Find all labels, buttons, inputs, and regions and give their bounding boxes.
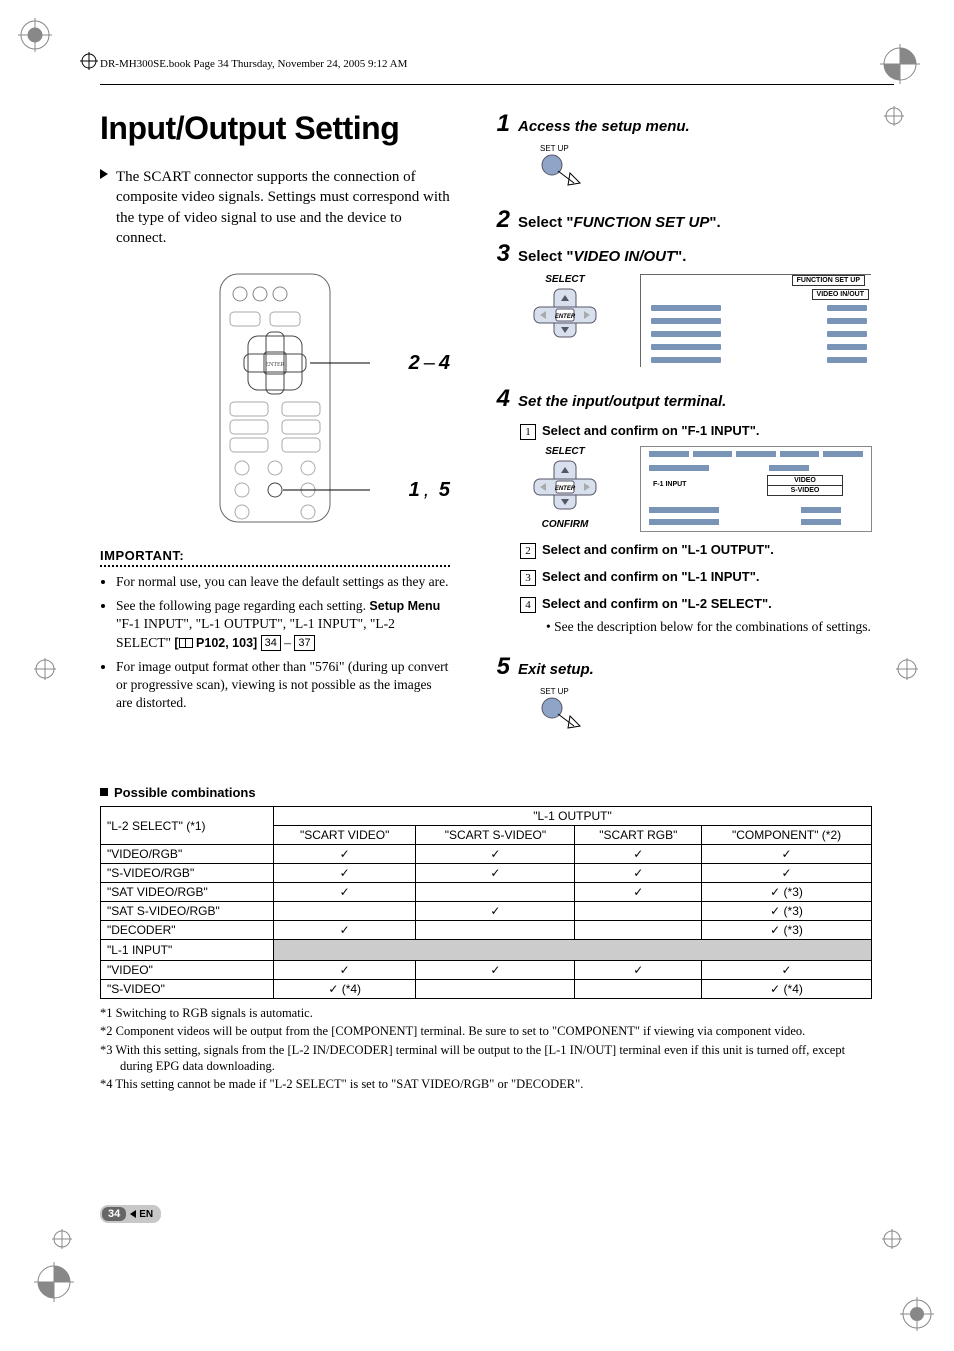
register-mark-icon xyxy=(896,658,918,680)
register-mark-icon xyxy=(80,52,98,73)
step-title: Exit setup. xyxy=(518,661,594,678)
table-row: "VIDEO/RGB" ✓ ✓ ✓ ✓ xyxy=(101,845,872,864)
table-row: "SAT VIDEO/RGB" ✓ ✓ ✓ (*3) xyxy=(101,883,872,902)
table-row: "DECODER" ✓ ✓ (*3) xyxy=(101,921,872,940)
page-lang: EN xyxy=(139,1209,153,1220)
f1-input-label: F-1 INPUT xyxy=(653,481,686,488)
register-mark-icon xyxy=(884,106,904,126)
f1-options: VIDEO S-VIDEO xyxy=(767,475,843,496)
triangle-left-icon xyxy=(130,1210,136,1218)
svg-text:ENTER: ENTER xyxy=(555,486,576,492)
page-ref: 37 xyxy=(294,635,314,651)
menu-tab: VIDEO IN/OUT xyxy=(812,289,869,300)
table-row: "S-VIDEO/RGB" ✓ ✓ ✓ ✓ xyxy=(101,864,872,883)
substep: 4Select and confirm on "L-2 SELECT". xyxy=(520,596,872,613)
important-heading: IMPORTANT: xyxy=(100,548,450,563)
step-4: 4 Set the input/output terminal. 1Select… xyxy=(490,385,872,635)
note-item: For normal use, you can leave the defaul… xyxy=(116,573,450,591)
on-screen-menu: FUNCTION SET UP VIDEO IN/OUT xyxy=(640,274,871,367)
substep: 1Select and confirm on "F-1 INPUT". xyxy=(520,423,872,440)
menu-graphic: SELECT ENTER FUNCTION SET UP VIDEO IN/OU… xyxy=(520,274,872,367)
step-5: 5 Exit setup. SET UP xyxy=(490,653,872,731)
on-screen-menu: F-1 INPUT VIDEO S-VIDEO xyxy=(640,446,872,532)
step-number: 5 xyxy=(490,653,510,681)
confirm-label: CONFIRM xyxy=(520,519,610,530)
page-title: Input/Output Setting xyxy=(100,110,450,147)
select-label: SELECT xyxy=(520,274,610,285)
f1-graphic: SELECT ENTER CONFIRM F-1 INPUT xyxy=(520,446,872,532)
document-page: DR-MH300SE.book Page 34 Thursday, Novemb… xyxy=(0,0,954,1351)
register-mark-icon xyxy=(34,658,56,680)
footnotes: *1 Switching to RGB signals is automatic… xyxy=(100,1005,872,1092)
substep-description: • See the description below for the comb… xyxy=(546,619,872,635)
step-1: 1 Access the setup menu. SET UP xyxy=(490,110,872,188)
col-header: "SCART VIDEO" xyxy=(274,826,416,845)
step-title: Access the setup menu. xyxy=(518,118,690,135)
note-item: See the following page regarding each se… xyxy=(116,597,450,652)
table-row: "S-VIDEO" ✓ (*4) ✓ (*4) xyxy=(101,980,872,999)
crop-mark-icon xyxy=(18,18,52,52)
step-title: Select "VIDEO IN/OUT". xyxy=(518,248,686,265)
intro-paragraph: The SCART connector supports the connect… xyxy=(100,167,450,248)
table-row: "VIDEO" ✓ ✓ ✓ ✓ xyxy=(101,961,872,980)
page-ref: 34 xyxy=(261,635,281,651)
register-mark-icon xyxy=(882,1229,902,1249)
important-notes: For normal use, you can leave the defaul… xyxy=(100,573,450,713)
step-number: 2 xyxy=(490,206,510,234)
footnote: *1 Switching to RGB signals is automatic… xyxy=(100,1005,872,1021)
step-3: 3 Select "VIDEO IN/OUT". SELECT ENTER xyxy=(490,240,872,367)
setup-button-graphic: SET UP xyxy=(540,687,872,731)
book-icon xyxy=(179,638,193,648)
row-group-header: "L-2 SELECT" (*1) xyxy=(101,807,274,845)
col-header: "COMPONENT" (*2) xyxy=(702,826,872,845)
step-number: 3 xyxy=(490,240,510,268)
menu-tab: FUNCTION SET UP xyxy=(792,275,865,286)
step-number: 1 xyxy=(490,110,510,138)
footnote: *3 With this setting, signals from the [… xyxy=(100,1042,872,1075)
combinations-section: Possible combinations "L-2 SELECT" (*1) … xyxy=(100,785,872,1092)
divider xyxy=(100,565,450,567)
footnote: *4 This setting cannot be made if "L-2 S… xyxy=(100,1076,872,1092)
step-number: 4 xyxy=(490,385,510,413)
dpad-icon: ENTER xyxy=(520,459,610,517)
table-row: "SAT S-VIDEO/RGB" ✓ ✓ (*3) xyxy=(101,902,872,921)
step-title: Set the input/output terminal. xyxy=(518,393,726,410)
step-2: 2 Select "FUNCTION SET UP". xyxy=(490,206,872,234)
remote-illustration: ENTER xyxy=(100,268,450,528)
dpad-icon: ENTER xyxy=(520,287,610,345)
step-title: Select "FUNCTION SET UP". xyxy=(518,214,721,231)
column-right: 1 Access the setup menu. SET UP 2 Select… xyxy=(490,110,872,749)
combinations-heading: Possible combinations xyxy=(100,785,872,800)
footnote: *2 Component videos will be output from … xyxy=(100,1023,872,1039)
col-header: "SCART RGB" xyxy=(575,826,702,845)
svg-text:ENTER: ENTER xyxy=(555,314,576,320)
col-header: "SCART S-VIDEO" xyxy=(416,826,575,845)
remote-callout-2: 1, 5 xyxy=(409,479,450,502)
col-group-header: "L-1 OUTPUT" xyxy=(274,807,872,826)
column-left: Input/Output Setting The SCART connector… xyxy=(100,110,450,749)
crop-mark-icon xyxy=(900,1297,934,1331)
crop-mark-icon xyxy=(34,1262,74,1307)
substep: 3Select and confirm on "L-1 INPUT". xyxy=(520,569,872,586)
svg-text:ENTER: ENTER xyxy=(265,362,284,368)
select-label: SELECT xyxy=(520,446,610,457)
content: Input/Output Setting The SCART connector… xyxy=(100,110,872,1094)
combinations-table: "L-2 SELECT" (*1) "L-1 OUTPUT" "SCART VI… xyxy=(100,806,872,999)
page-number: 34 xyxy=(102,1207,126,1221)
table-section-row: "L-1 INPUT" xyxy=(101,940,872,961)
remote-callout-1: 2–4 xyxy=(409,352,450,375)
setup-button-graphic: SET UP xyxy=(540,144,872,188)
page-footer: 34 EN xyxy=(100,1205,161,1223)
substep: 2Select and confirm on "L-1 OUTPUT". xyxy=(520,542,872,559)
header-text: DR-MH300SE.book Page 34 Thursday, Novemb… xyxy=(100,58,407,70)
document-header: DR-MH300SE.book Page 34 Thursday, Novemb… xyxy=(100,58,894,85)
register-mark-icon xyxy=(52,1229,72,1249)
note-item: For image output format other than "576i… xyxy=(116,658,450,713)
